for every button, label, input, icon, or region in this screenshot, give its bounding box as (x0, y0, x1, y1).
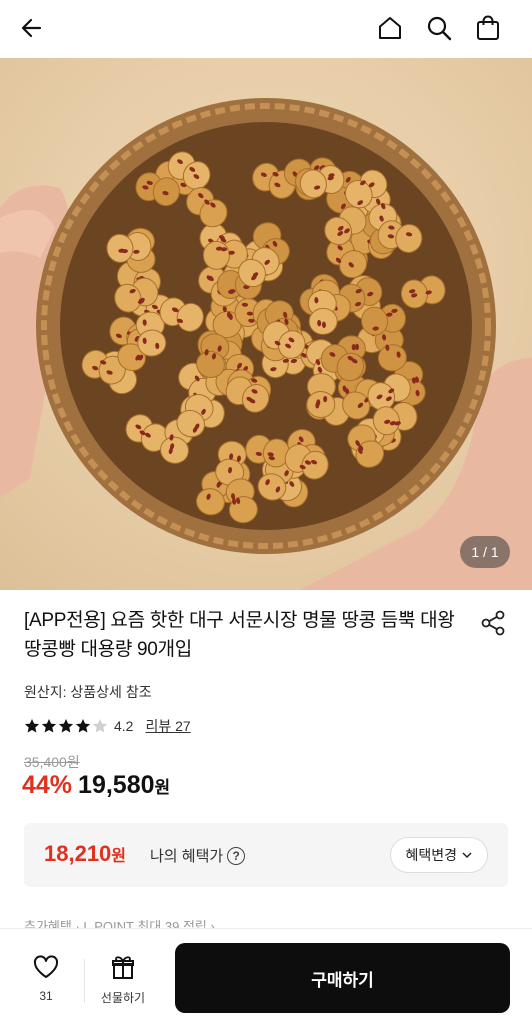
sale-price: 19,580 (78, 771, 155, 799)
price-unit: 원 (154, 778, 171, 797)
arrow-left-icon (21, 18, 42, 38)
product-photo (0, 98, 532, 590)
benefit-label-text: 나의 혜택가 (150, 848, 224, 865)
home-button[interactable] (372, 10, 408, 46)
star-full-icon (58, 719, 74, 733)
star-empty-icon (92, 719, 108, 733)
like-button[interactable]: 31 (22, 953, 70, 1003)
star-rating (24, 718, 108, 734)
chevron-down-icon (462, 852, 472, 859)
help-icon[interactable]: ? (227, 846, 246, 865)
original-price: 35,400원 (24, 754, 80, 770)
share-button[interactable] (478, 608, 508, 638)
search-icon (427, 16, 452, 41)
like-count: 31 (39, 989, 53, 1003)
star-full-icon (24, 719, 40, 733)
peanut-bread (106, 231, 152, 263)
benefit-price-value: 18,210 (44, 841, 112, 866)
benefit-label: 나의 혜택가 ? (150, 845, 246, 866)
heart-icon (33, 955, 59, 978)
cart-button[interactable] (470, 10, 506, 46)
rating-score: 4.2 (114, 718, 134, 734)
benefit-price-unit: 원 (111, 848, 127, 865)
top-app-bar (0, 0, 532, 58)
product-title: [APP전용] 요즘 핫한 대구 서문시장 명물 땅콩 듬뿍 대왕 땅콩빵 대용… (24, 610, 455, 660)
image-counter: 1 / 1 (460, 536, 510, 568)
peanut-bread (307, 289, 338, 335)
review-link[interactable]: 리뷰 27 (145, 716, 190, 736)
home-icon (379, 17, 401, 39)
benefit-change-button[interactable]: 혜택변경 (390, 837, 488, 873)
gift-icon (112, 956, 134, 979)
origin-text: 원산지: 상품상세 참조 (24, 684, 152, 700)
star-full-icon (75, 719, 91, 733)
gift-label: 선물하기 (100, 991, 146, 1005)
benefit-box: 18,210원 나의 혜택가 ? 혜택변경 (24, 823, 508, 887)
price-row: 44% 19,580원 (22, 771, 170, 800)
gift-button[interactable]: 선물하기 (94, 953, 152, 1006)
shopping-bag-icon (477, 15, 499, 40)
share-icon (481, 610, 505, 636)
discount-rate: 44% (22, 771, 73, 799)
search-button[interactable] (421, 10, 457, 46)
benefit-price: 18,210원 (44, 841, 126, 867)
peanut-bread (306, 373, 336, 418)
product-image[interactable]: 1 / 1 (0, 58, 532, 590)
bottom-action-bar: 31 선물하기 구매하기 (0, 928, 532, 1024)
divider (84, 959, 85, 1003)
buy-button[interactable]: 구매하기 (175, 943, 510, 1013)
back-button[interactable] (14, 10, 50, 46)
benefit-change-label: 혜택변경 (405, 847, 457, 863)
star-full-icon (41, 719, 57, 733)
rating-row: 4.2 리뷰 27 (24, 716, 191, 736)
